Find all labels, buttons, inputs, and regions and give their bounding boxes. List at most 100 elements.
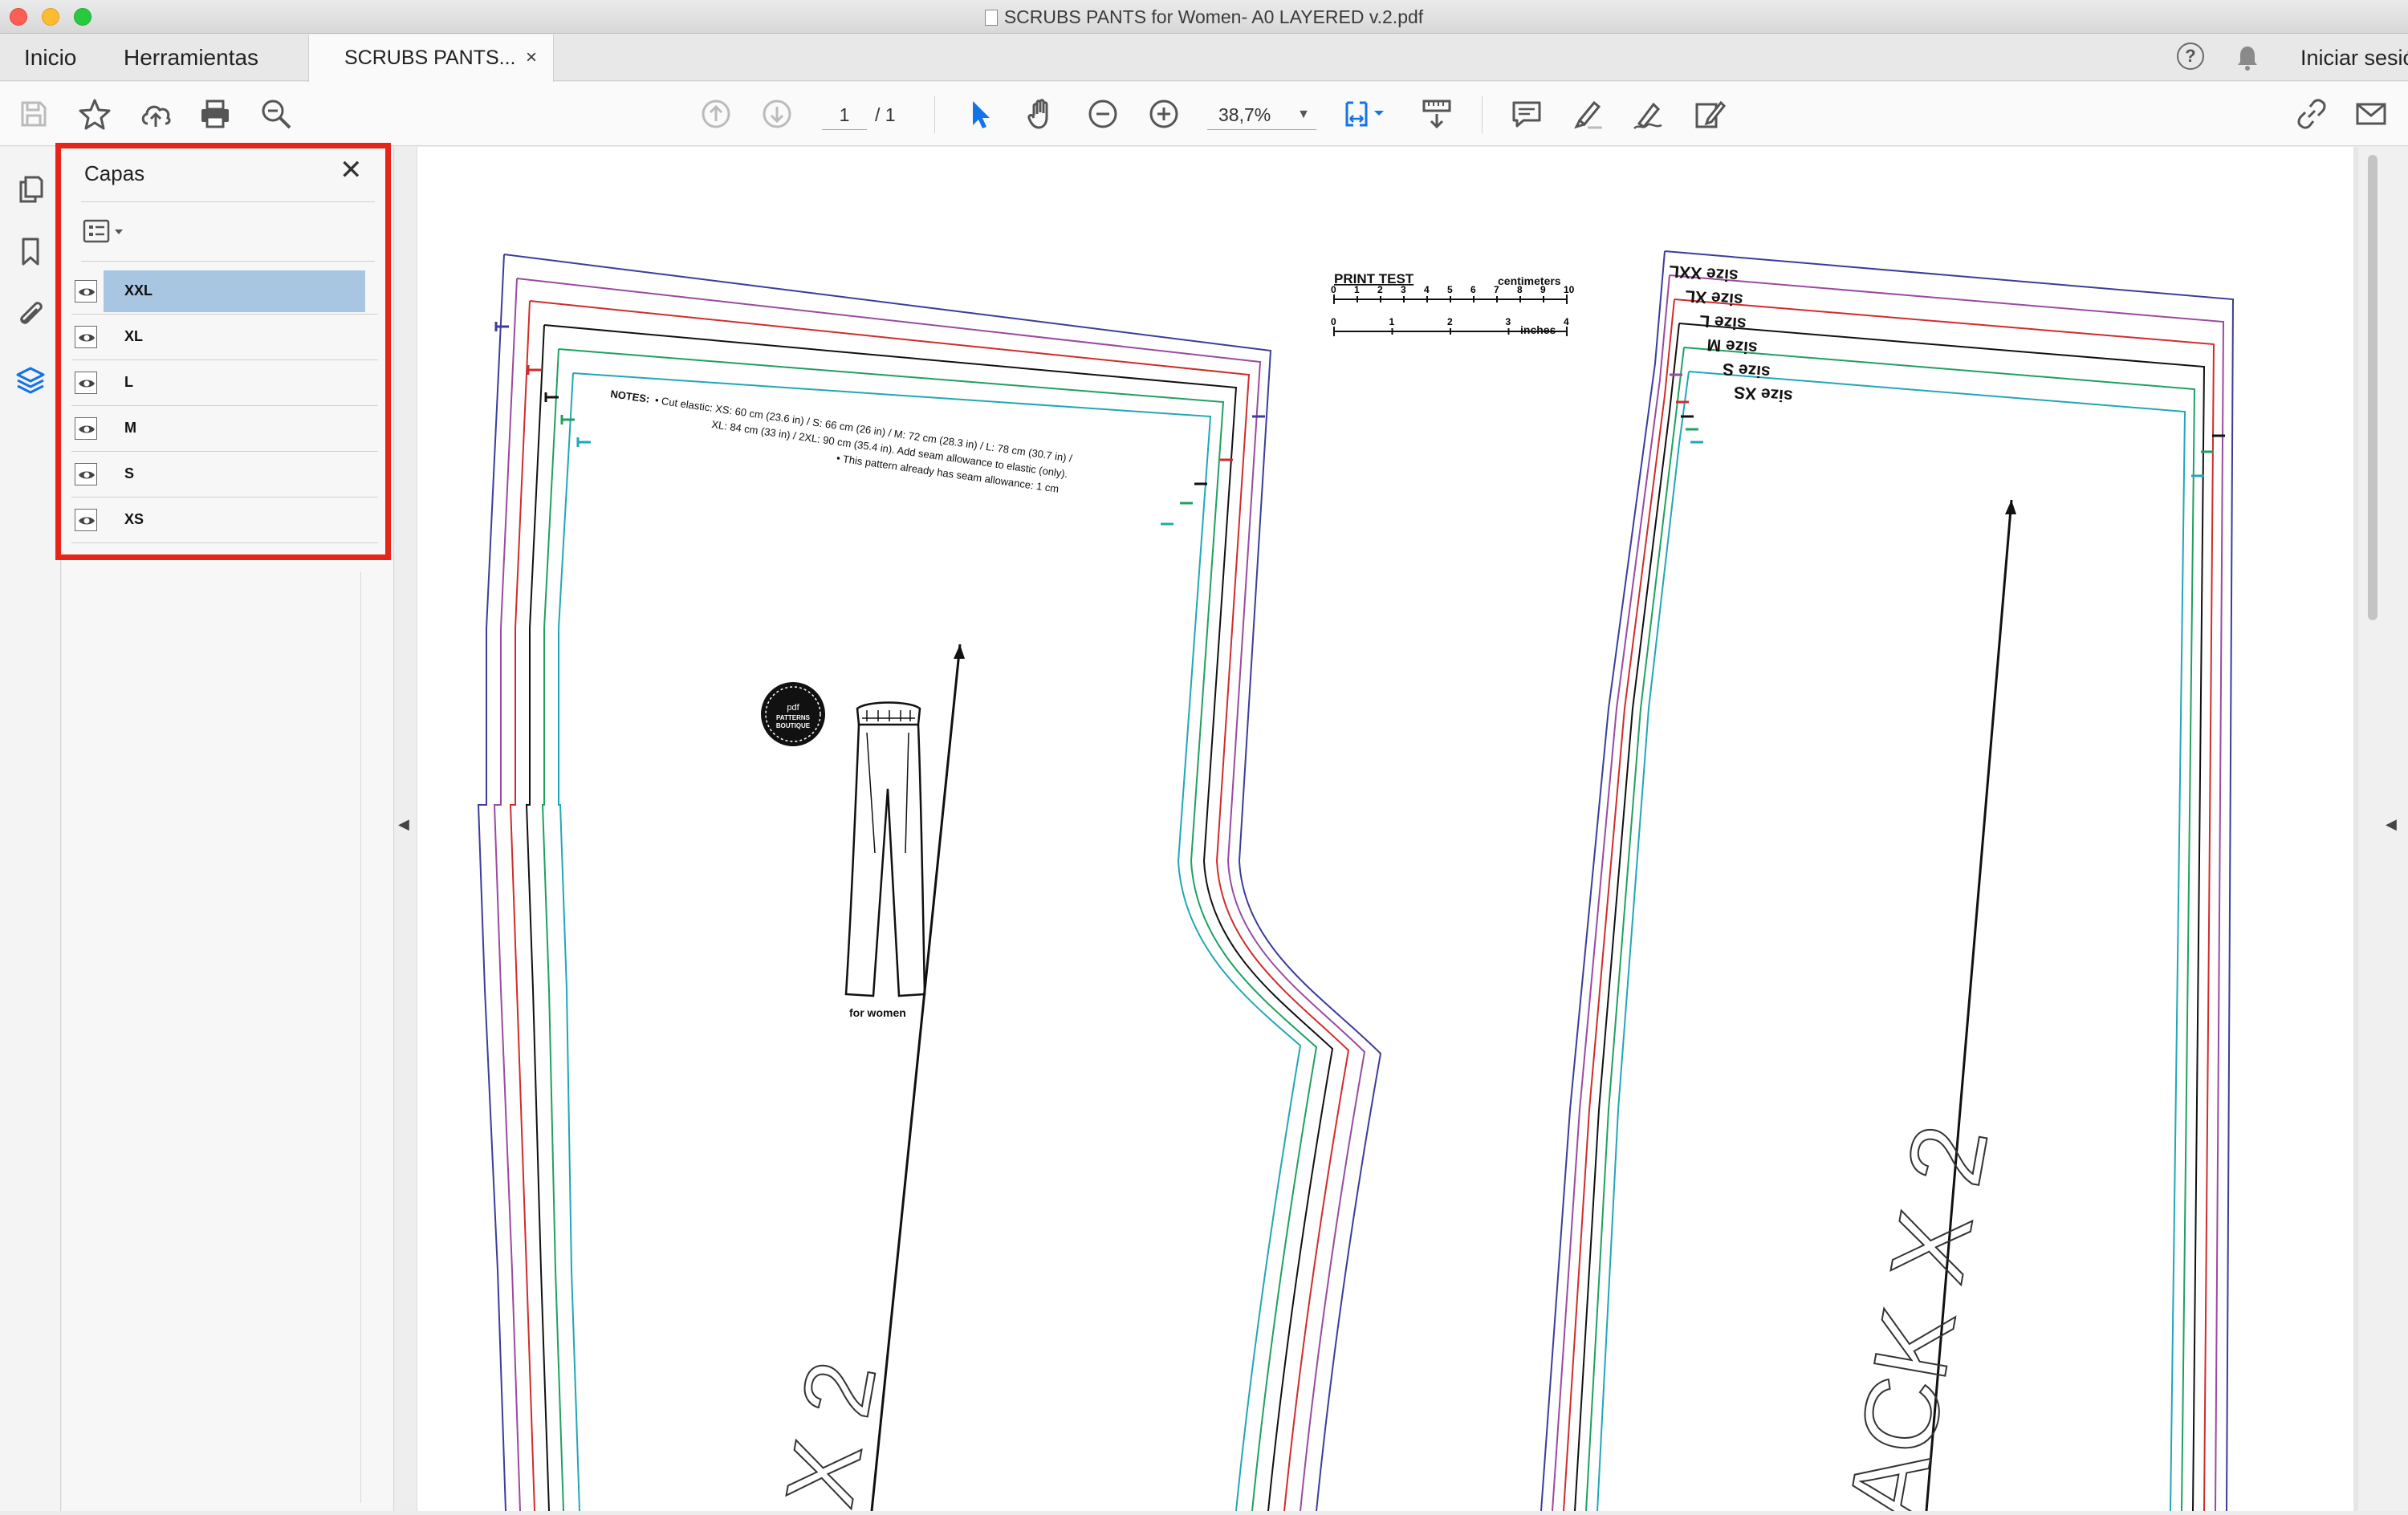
front-piece-label: X 2 bbox=[766, 1354, 897, 1511]
toolbar-divider bbox=[1482, 96, 1483, 133]
pdf-page: PRINT TEST centimeters 0 1 2 3 4 5 6 7 8 9 10 0123… bbox=[417, 147, 2353, 1515]
layers-panel-title: Capas bbox=[84, 161, 145, 185]
notifications-bell-icon[interactable] bbox=[2235, 44, 2260, 71]
layer-row[interactable]: L bbox=[71, 360, 378, 406]
inch-tick-label: 0 bbox=[1331, 316, 1336, 327]
zoom-out-icon[interactable] bbox=[1085, 96, 1121, 132]
print-test-scale: PRINT TEST centimeters 0 1 2 3 4 5 6 7 8 9 10 0123… bbox=[1331, 271, 1575, 336]
pants-illustration bbox=[844, 701, 926, 997]
layer-row[interactable]: XS bbox=[71, 498, 378, 543]
fit-page-icon[interactable] bbox=[1342, 96, 1390, 132]
layer-visibility-toggle[interactable] bbox=[75, 372, 97, 394]
cm-tick-label: 2 bbox=[1377, 284, 1383, 295]
layer-name[interactable]: XL bbox=[104, 316, 365, 358]
layer-visibility-toggle[interactable] bbox=[75, 326, 97, 348]
cm-tick-label: 9 bbox=[1540, 284, 1546, 295]
layer-row[interactable]: S bbox=[71, 452, 378, 498]
tab-home[interactable]: Inicio bbox=[24, 35, 76, 81]
layer-visibility-toggle[interactable] bbox=[75, 417, 97, 440]
vertical-scrollbar[interactable] bbox=[2368, 155, 2377, 620]
fill-sign-icon[interactable] bbox=[1631, 96, 1666, 132]
cm-tick-label: 0 bbox=[1331, 284, 1336, 295]
window-title: SCRUBS PANTS for Women- A0 LAYERED v.2.p… bbox=[0, 0, 2408, 34]
cm-tick-label: 8 bbox=[1517, 284, 1523, 295]
scroll-mode-icon[interactable] bbox=[1419, 96, 1454, 132]
zoom-level-value: 38,7% bbox=[1218, 104, 1271, 125]
layer-visibility-toggle[interactable] bbox=[75, 463, 97, 485]
zoom-in-icon[interactable] bbox=[1146, 96, 1182, 132]
expand-right-panel-icon[interactable]: ◀ bbox=[2386, 816, 2397, 833]
centimeters-label: centimeters bbox=[1498, 274, 1561, 287]
for-women-caption: for women bbox=[849, 1006, 906, 1019]
logo-line-3: BOUTIQUE bbox=[776, 722, 811, 729]
previous-page-icon[interactable] bbox=[698, 96, 734, 132]
layer-name[interactable]: XS bbox=[104, 499, 365, 541]
inches-label: inches bbox=[1520, 323, 1556, 336]
cm-tick-label: 1 bbox=[1354, 284, 1360, 295]
front-outline-s bbox=[541, 348, 1318, 1512]
edit-pdf-icon[interactable] bbox=[1692, 96, 1727, 132]
layer-name[interactable]: L bbox=[104, 362, 365, 404]
eye-icon bbox=[79, 517, 95, 525]
cm-tick-label: 3 bbox=[1401, 284, 1406, 295]
attachment-paperclip-icon[interactable] bbox=[14, 298, 47, 330]
size-label-xs: size XS bbox=[1733, 383, 1793, 405]
collapse-left-icon[interactable]: ◀ bbox=[398, 816, 409, 833]
document-viewer[interactable]: PRINT TEST centimeters 0 1 2 3 4 5 6 7 8 9 10 0123… bbox=[416, 147, 2358, 1515]
cloud-upload-icon[interactable] bbox=[138, 96, 173, 132]
eye-icon bbox=[79, 288, 95, 296]
comment-icon[interactable] bbox=[1509, 96, 1544, 132]
front-outline-m bbox=[525, 324, 1334, 1512]
layer-visibility-toggle[interactable] bbox=[75, 280, 97, 303]
print-icon[interactable] bbox=[197, 96, 233, 132]
toolbar-divider bbox=[934, 96, 935, 133]
email-icon[interactable] bbox=[2353, 96, 2389, 132]
toolbar: 1 / 1 38,7% ▼ bbox=[0, 82, 2408, 146]
cm-tick-label: 10 bbox=[1564, 284, 1575, 295]
layer-row[interactable]: XXL bbox=[71, 269, 378, 315]
size-label-m: size M bbox=[1706, 335, 1758, 357]
sign-in-link[interactable]: Iniciar sesión bbox=[2300, 35, 2408, 81]
select-cursor-icon[interactable] bbox=[963, 96, 999, 132]
layer-name[interactable]: S bbox=[104, 453, 365, 495]
bookmark-icon[interactable] bbox=[14, 235, 47, 267]
panel-divider bbox=[81, 201, 375, 202]
star-icon[interactable] bbox=[77, 96, 112, 132]
layer-name[interactable]: XXL bbox=[104, 270, 365, 312]
inch-tick-label: 3 bbox=[1506, 316, 1511, 327]
next-page-icon[interactable] bbox=[759, 96, 795, 132]
logo-line-1: pdf bbox=[787, 703, 799, 713]
layers-icon[interactable] bbox=[14, 365, 47, 397]
tab-document[interactable]: SCRUBS PANTS... × bbox=[308, 35, 554, 82]
save-icon[interactable] bbox=[16, 96, 51, 132]
notes-label: NOTES: bbox=[610, 388, 651, 405]
help-icon[interactable]: ? bbox=[2177, 43, 2204, 70]
highlight-pen-icon[interactable] bbox=[1570, 96, 1605, 132]
layer-visibility-toggle[interactable] bbox=[75, 509, 97, 531]
page-number-input[interactable]: 1 bbox=[822, 100, 867, 130]
tab-close-icon[interactable]: × bbox=[526, 35, 537, 81]
share-link-icon[interactable] bbox=[2294, 96, 2329, 132]
left-panel-collapse-strip[interactable]: ◀ bbox=[395, 147, 416, 1511]
zoom-level-select[interactable]: 38,7% ▼ bbox=[1207, 100, 1316, 130]
inch-tick-label: 4 bbox=[1564, 316, 1569, 327]
front-outline-xl bbox=[493, 278, 1366, 1512]
cm-tick-label: 7 bbox=[1494, 284, 1499, 295]
panel-divider bbox=[81, 261, 375, 262]
back-piece-label: ACK X 2 bbox=[1825, 1117, 2010, 1511]
left-navigation-rail bbox=[0, 147, 61, 1511]
layer-row[interactable]: M bbox=[71, 406, 378, 452]
right-panel-strip[interactable]: ◀ bbox=[2358, 147, 2408, 1511]
chevron-down-icon: ▼ bbox=[1297, 108, 1310, 121]
hand-tool-icon[interactable] bbox=[1024, 96, 1060, 132]
pdf-file-icon bbox=[984, 10, 998, 26]
layer-options-button[interactable] bbox=[83, 217, 134, 246]
close-icon[interactable]: ✕ bbox=[340, 156, 363, 184]
layer-name[interactable]: M bbox=[104, 408, 365, 449]
search-icon[interactable] bbox=[258, 96, 294, 132]
page-thumbnails-icon[interactable] bbox=[14, 173, 47, 205]
tab-tools[interactable]: Herramientas bbox=[124, 35, 258, 81]
layer-row[interactable]: XL bbox=[71, 315, 378, 360]
page-total-label: / 1 bbox=[875, 104, 896, 125]
panel-scroll-track bbox=[360, 572, 361, 1503]
